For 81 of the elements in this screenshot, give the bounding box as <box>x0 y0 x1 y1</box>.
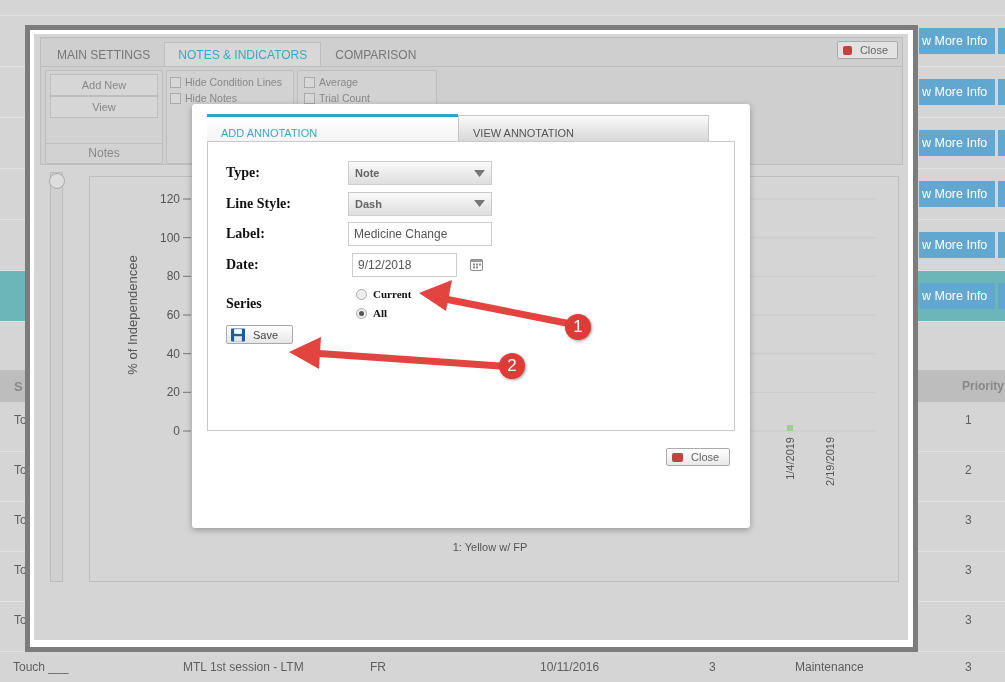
axis-tick-label: 0 <box>173 424 180 438</box>
more-info-button[interactable]: w More Info <box>919 130 995 156</box>
caret-icon <box>474 169 485 177</box>
checkbox[interactable] <box>304 92 315 104</box>
axis-tick-label: 60 <box>166 308 180 322</box>
tab[interactable]: MAIN SETTINGS <box>43 42 165 66</box>
radio-button[interactable] <box>356 307 367 319</box>
axis-tick-label: 20 <box>166 385 180 400</box>
checkbox-label: Trial Count <box>319 92 370 104</box>
tick-mark <box>182 314 192 316</box>
slider-thumb[interactable] <box>49 173 65 189</box>
table-cell: 3 <box>709 660 716 674</box>
more-info-button[interactable]: w More Info <box>919 79 995 105</box>
checkbox[interactable] <box>304 76 315 88</box>
tab[interactable]: COMPARISON <box>321 42 431 66</box>
date-field[interactable]: 9/12/2018 <box>352 252 457 277</box>
button-edge[interactable] <box>998 232 1005 258</box>
table-cell-text: 3 <box>965 563 973 577</box>
table-cell-text: 3 <box>965 513 973 527</box>
checkbox[interactable] <box>170 92 181 104</box>
toolbar-button[interactable]: Add New <box>50 74 158 96</box>
axis-tick-label: 40 <box>166 346 180 361</box>
axis-tick-label: 120 <box>159 192 180 206</box>
dropdown[interactable]: Dash <box>348 191 492 216</box>
tab[interactable]: VIEW ANNOTATION <box>458 115 709 141</box>
caret-icon <box>474 200 485 208</box>
text-field[interactable]: Medicine Change <box>348 222 492 247</box>
checkbox[interactable] <box>170 76 181 88</box>
button-edge[interactable] <box>998 130 1005 156</box>
axis-tick-label: 80 <box>166 269 180 284</box>
close-icon <box>843 45 852 55</box>
checkbox-label: Hide Condition Lines <box>185 76 282 88</box>
field-label: Type: <box>226 165 261 182</box>
legend-label: 1: Yellow w/ FP <box>452 541 528 553</box>
axis-tick-label: 100 <box>159 230 180 245</box>
tab[interactable]: NOTES & INDICATORS <box>164 42 322 66</box>
close-icon <box>672 452 683 462</box>
dropdown[interactable]: Note <box>348 161 492 186</box>
more-info-button[interactable]: w More Info <box>919 232 995 258</box>
tab[interactable]: ADD ANNOTATION <box>207 114 458 141</box>
axis-title: % of Independencee <box>125 255 140 375</box>
table-cell-text: 2 <box>965 463 973 477</box>
table-cell: FR <box>370 660 386 674</box>
field-label: Series <box>226 295 263 312</box>
button-edge[interactable] <box>998 79 1005 105</box>
save-button[interactable]: Save <box>226 325 294 344</box>
checkbox-label: Average <box>319 76 358 88</box>
table-cell: 10/11/2016 <box>540 660 600 674</box>
more-info-button[interactable]: w More Info <box>919 181 995 207</box>
button-edge[interactable] <box>998 28 1005 54</box>
axis-tick-label: 1/4/2019 <box>784 437 796 480</box>
radio-label: Current <box>373 288 412 300</box>
tick-mark <box>182 430 192 432</box>
data-point <box>787 425 793 431</box>
table-cell: 3 <box>965 660 972 674</box>
table-cell-text: 3 <box>965 613 973 627</box>
field-label: Date: <box>226 256 260 273</box>
table-cell-text: 1 <box>965 413 973 427</box>
tick-mark <box>182 198 192 200</box>
toolbar-button[interactable]: View <box>50 96 158 118</box>
tick-mark <box>182 353 192 355</box>
close-button[interactable]: Close <box>666 448 730 466</box>
zoom-slider[interactable] <box>50 172 63 582</box>
checkbox-label: Hide Notes <box>185 92 237 104</box>
button-edge[interactable] <box>998 181 1005 207</box>
more-info-button[interactable]: w More Info <box>919 283 995 309</box>
tick-mark <box>182 237 192 239</box>
field-label: Label: <box>226 226 266 243</box>
tick-mark <box>182 275 192 277</box>
axis-tick-label: 2/19/2019 <box>824 437 836 486</box>
group-label: Notes <box>46 143 162 163</box>
field-label: Line Style: <box>226 195 292 212</box>
table-cell: MTL 1st session - LTM <box>183 660 304 674</box>
table-cell: Touch ___ <box>13 660 69 674</box>
table-cell: Maintenance <box>795 660 864 674</box>
tick-mark <box>182 391 192 393</box>
more-info-button[interactable]: w More Info <box>919 28 995 54</box>
calendar-icon[interactable] <box>470 258 483 272</box>
close-button[interactable]: Close <box>837 41 898 59</box>
radio-button[interactable] <box>356 288 367 300</box>
radio-label: All <box>373 307 388 319</box>
